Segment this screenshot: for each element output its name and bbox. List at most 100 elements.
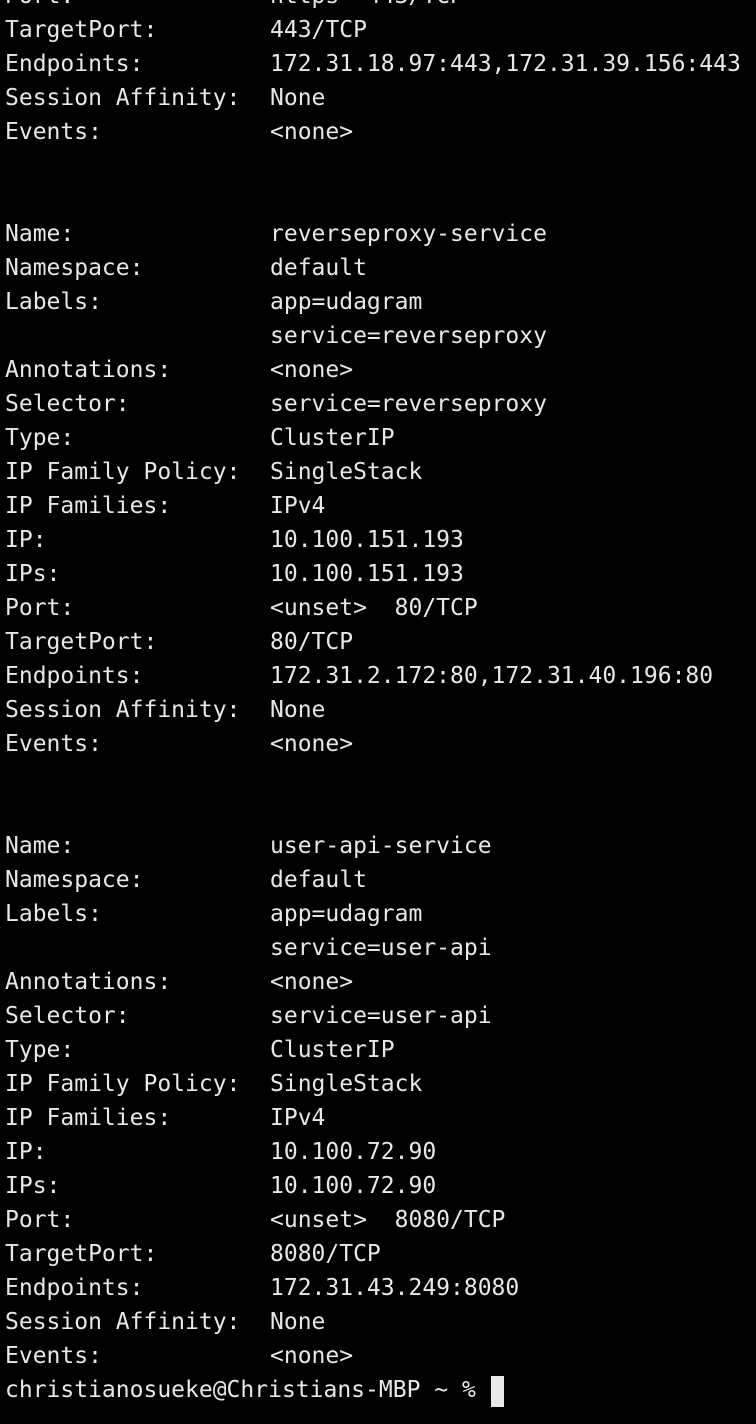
terminal-line: Endpoints: 172.31.43.249:8080 <box>5 1271 756 1305</box>
field-key: Selector: <box>5 1003 130 1029</box>
terminal-line: TargetPort: 443/TCP <box>5 13 756 47</box>
field-value: 80/TCP <box>270 629 354 655</box>
field-key: Events: <box>5 731 102 757</box>
terminal-line: Type: ClusterIP <box>5 1033 756 1067</box>
field-key: Name: <box>5 221 75 247</box>
field-value: <none> <box>270 119 354 145</box>
terminal-line: Port: <unset> 8080/TCP <box>5 1203 756 1237</box>
field-value: reverseproxy-service <box>270 221 547 247</box>
field-value: service=user-api <box>270 935 492 961</box>
field-value: <none> <box>270 969 354 995</box>
shell-prompt-line[interactable]: christianosueke@Christians-MBP ~ % <box>5 1373 756 1407</box>
field-key: IP Family Policy: <box>5 1071 241 1097</box>
field-key <box>5 319 270 353</box>
field-key: Events: <box>5 1343 102 1369</box>
terminal-line: Type: ClusterIP <box>5 421 756 455</box>
field-key: Session Affinity: <box>5 85 241 111</box>
terminal-line: Endpoints: 172.31.18.97:443,172.31.39.156… <box>5 47 756 81</box>
field-value: None <box>270 1309 326 1335</box>
field-value: app=udagram <box>270 901 423 927</box>
terminal-line: Endpoints: 172.31.2.172:80,172.31.40.196:… <box>5 659 756 693</box>
field-key: Type: <box>5 1037 75 1063</box>
terminal-line: Session Affinity: None <box>5 693 756 727</box>
terminal-output[interactable]: Port:https 443/TCPTargetPort:443/TCPEndp… <box>5 0 756 1407</box>
field-value: <none> <box>270 1343 354 1369</box>
field-key: Endpoints: <box>5 663 144 689</box>
field-value: SingleStack <box>270 459 423 485</box>
field-value: ClusterIP <box>270 425 395 451</box>
field-value: 10.100.151.193 <box>270 527 464 553</box>
terminal-line: IP Families: IPv4 <box>5 1101 756 1135</box>
terminal-line: Events: <none> <box>5 1339 756 1373</box>
terminal-line: Port:https 443/TCP <box>5 0 756 13</box>
field-value: <none> <box>270 357 354 383</box>
field-key: TargetPort: <box>5 1241 158 1267</box>
field-key: Namespace: <box>5 867 144 893</box>
field-key: Annotations: <box>5 357 172 383</box>
field-key: Session Affinity: <box>5 1309 241 1335</box>
field-value: <unset> 8080/TCP <box>270 1207 506 1233</box>
field-key: Labels: <box>5 901 102 927</box>
field-value: 10.100.72.90 <box>270 1139 437 1165</box>
field-value: SingleStack <box>270 1071 423 1097</box>
terminal-line: Namespace: default <box>5 863 756 897</box>
terminal-line: Selector: service=reverseproxy <box>5 387 756 421</box>
field-key: Type: <box>5 425 75 451</box>
terminal-line: IP Family Policy: SingleStack <box>5 455 756 489</box>
field-key: IP: <box>5 1139 47 1165</box>
field-value: user-api-service <box>270 833 492 859</box>
field-value: None <box>270 85 326 111</box>
terminal-line: service=reverseproxy <box>5 319 756 353</box>
field-key: TargetPort: <box>5 17 158 43</box>
field-key: Port: <box>5 0 270 13</box>
terminal-line: IP: 10.100.151.193 <box>5 523 756 557</box>
terminal-line: IP Family Policy: SingleStack <box>5 1067 756 1101</box>
field-value: None <box>270 697 326 723</box>
terminal-line: Events: <none> <box>5 727 756 761</box>
terminal-line: Selector: service=user-api <box>5 999 756 1033</box>
field-key: Namespace: <box>5 255 144 281</box>
terminal-line: service=user-api <box>5 931 756 965</box>
field-value: default <box>270 867 367 893</box>
terminal-line: Namespace: default <box>5 251 756 285</box>
field-value: 172.31.18.97:443,172.31.39.156:443 <box>270 51 741 77</box>
terminal-line: IPs: 10.100.151.193 <box>5 557 756 591</box>
field-key: IP Family Policy: <box>5 459 241 485</box>
field-key <box>5 931 270 965</box>
field-key: IP Families: <box>5 1105 172 1131</box>
terminal-line: IPs: 10.100.72.90 <box>5 1169 756 1203</box>
field-value: 172.31.2.172:80,172.31.40.196:80 <box>270 663 714 689</box>
field-value: 10.100.151.193 <box>270 561 464 587</box>
terminal-line: Events: <none> <box>5 115 756 149</box>
field-key: Endpoints: <box>5 1275 144 1301</box>
terminal-line: Name: reverseproxy-service <box>5 217 756 251</box>
field-key: Port: <box>5 595 75 621</box>
field-key: Labels: <box>5 289 102 315</box>
text-cursor[interactable] <box>490 1375 504 1407</box>
field-value: <unset> 80/TCP <box>270 595 478 621</box>
field-value: service=user-api <box>270 1003 492 1029</box>
field-key: IPs: <box>5 561 61 587</box>
terminal-line: Session Affinity: None <box>5 1305 756 1339</box>
shell-prompt: christianosueke@Christians-MBP ~ % <box>5 1377 490 1403</box>
field-key: Events: <box>5 119 102 145</box>
terminal-line: Labels: app=udagram <box>5 285 756 319</box>
field-value: default <box>270 255 367 281</box>
field-value: IPv4 <box>270 1105 326 1131</box>
field-key: Name: <box>5 833 75 859</box>
field-key: Port: <box>5 1207 75 1233</box>
field-value: https 443/TCP <box>270 0 464 13</box>
terminal-line: Session Affinity: None <box>5 81 756 115</box>
terminal-line: Labels: app=udagram <box>5 897 756 931</box>
field-key: Endpoints: <box>5 51 144 77</box>
field-key: IP: <box>5 527 47 553</box>
field-value: 10.100.72.90 <box>270 1173 437 1199</box>
terminal-line: Name: user-api-service <box>5 829 756 863</box>
terminal-line: IP Families: IPv4 <box>5 489 756 523</box>
field-key: IP Families: <box>5 493 172 519</box>
field-value: 443/TCP <box>270 17 367 43</box>
